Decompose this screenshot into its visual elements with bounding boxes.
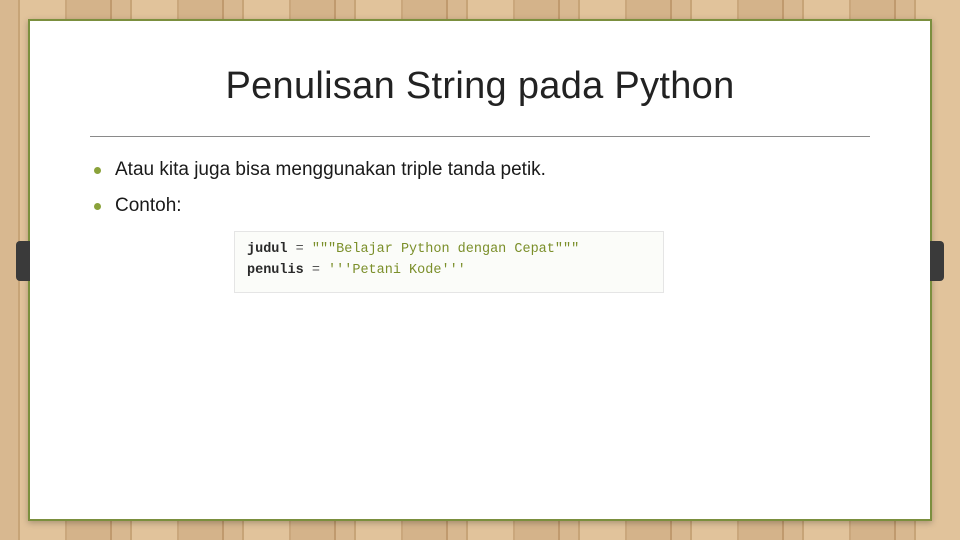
slide-title: Penulisan String pada Python bbox=[90, 65, 870, 108]
bullet-text: Contoh: bbox=[115, 195, 182, 217]
slide-card: Penulisan String pada Python Atau kita j… bbox=[28, 19, 932, 521]
bullet-dot-icon bbox=[94, 203, 101, 210]
title-divider bbox=[90, 136, 870, 137]
code-string: """Belajar Python dengan Cepat""" bbox=[312, 242, 579, 257]
bullet-list: Atau kita juga bisa menggunakan triple t… bbox=[90, 159, 870, 217]
code-var: penulis bbox=[247, 263, 304, 278]
code-var: judul bbox=[247, 242, 288, 257]
decorative-tab-left bbox=[16, 241, 30, 281]
bullet-item: Atau kita juga bisa menggunakan triple t… bbox=[94, 159, 870, 181]
bullet-text: Atau kita juga bisa menggunakan triple t… bbox=[115, 159, 546, 181]
code-string: '''Petani Kode''' bbox=[328, 263, 466, 278]
bullet-item: Contoh: bbox=[94, 195, 870, 217]
code-op: = bbox=[312, 263, 320, 278]
bullet-dot-icon bbox=[94, 167, 101, 174]
code-op: = bbox=[296, 242, 304, 257]
decorative-tab-right bbox=[930, 241, 944, 281]
code-example: judul = """Belajar Python dengan Cepat""… bbox=[234, 231, 664, 293]
